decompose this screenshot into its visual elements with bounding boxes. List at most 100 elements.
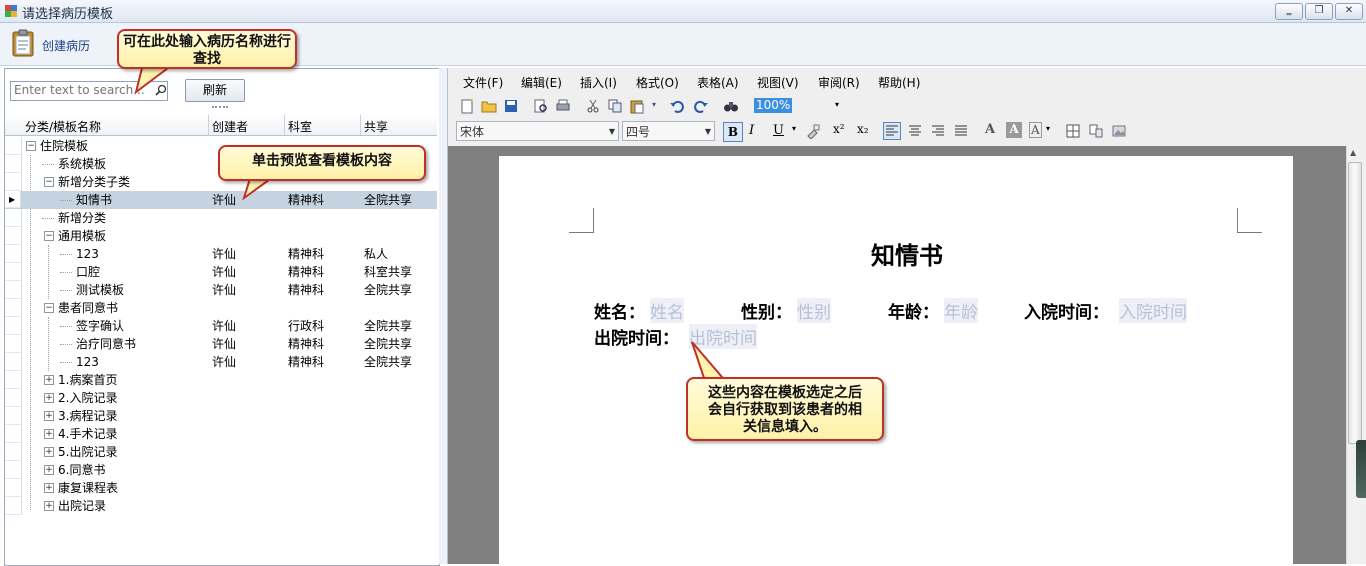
menu-review[interactable]: 审阅(R) xyxy=(818,74,860,91)
char-border-icon[interactable]: A xyxy=(1029,122,1042,138)
expand-icon[interactable]: + xyxy=(44,429,54,439)
table-row[interactable]: 治疗同意书 许仙 精神科 全院共享 xyxy=(5,335,437,353)
italic-icon[interactable]: I xyxy=(749,123,754,138)
create-record-button[interactable]: 创建病历 xyxy=(42,37,90,54)
expand-icon[interactable]: + xyxy=(44,483,54,493)
row-header[interactable] xyxy=(5,407,22,425)
column-header-share[interactable]: 共享 xyxy=(364,118,388,135)
font-color-icon[interactable]: A xyxy=(985,122,995,137)
print-preview-icon[interactable] xyxy=(533,98,549,114)
row-header[interactable] xyxy=(5,155,22,173)
maximize-button[interactable]: ❐ xyxy=(1305,3,1333,20)
subscript-icon[interactable]: x₂ xyxy=(857,122,869,136)
menu-file[interactable]: 文件(F) xyxy=(463,74,503,91)
underline-dropdown-icon[interactable]: ▾ xyxy=(792,124,796,133)
column-header-creator[interactable]: 创建者 xyxy=(212,118,248,135)
row-header[interactable] xyxy=(5,299,22,317)
font-size-combo[interactable]: 四号 ▼ xyxy=(622,121,715,141)
table-row[interactable]: − 通用模板 xyxy=(5,227,437,245)
expand-icon[interactable]: + xyxy=(44,393,54,403)
table-row[interactable]: +3.病程记录 xyxy=(5,407,437,425)
field-gender[interactable]: 性别 xyxy=(797,298,831,323)
row-header[interactable] xyxy=(5,461,22,479)
row-header[interactable]: ▶ xyxy=(5,191,21,208)
row-header[interactable] xyxy=(5,227,22,245)
justify-icon[interactable] xyxy=(953,123,969,139)
row-header[interactable] xyxy=(5,353,22,371)
copy-icon[interactable] xyxy=(607,98,623,114)
zoom-value[interactable]: 100% xyxy=(754,98,793,113)
column-header-dept[interactable]: 科室 xyxy=(288,118,312,135)
document-title[interactable]: 知情书 xyxy=(871,236,943,271)
document-page[interactable] xyxy=(499,156,1293,564)
paste-dropdown-icon[interactable]: ▾ xyxy=(652,100,656,109)
format-painter-icon[interactable] xyxy=(805,123,821,139)
field-name[interactable]: 姓名 xyxy=(650,298,684,323)
minimize-button[interactable]: ‗ xyxy=(1275,3,1303,20)
underline-icon[interactable]: U xyxy=(773,123,784,138)
table-row[interactable]: − 患者同意书 xyxy=(5,299,437,317)
row-header[interactable] xyxy=(5,209,22,227)
table-row[interactable]: +1.病案首页 xyxy=(5,371,437,389)
expand-icon[interactable]: + xyxy=(44,375,54,385)
align-center-icon[interactable] xyxy=(907,123,923,139)
undo-icon[interactable] xyxy=(669,98,685,114)
row-header[interactable] xyxy=(5,317,22,335)
open-folder-icon[interactable] xyxy=(481,98,497,114)
expand-icon[interactable]: + xyxy=(44,411,54,421)
menu-format[interactable]: 格式(O) xyxy=(636,74,679,91)
row-header[interactable] xyxy=(5,263,22,281)
row-header[interactable] xyxy=(5,335,22,353)
search-input[interactable] xyxy=(11,82,144,98)
new-document-icon[interactable] xyxy=(459,98,475,114)
scrollbar-thumb[interactable] xyxy=(1348,162,1362,444)
table-row[interactable]: 新增分类 xyxy=(5,209,437,227)
menu-edit[interactable]: 编辑(E) xyxy=(521,74,562,91)
row-header[interactable] xyxy=(5,137,22,155)
row-header[interactable] xyxy=(5,497,22,515)
expand-icon[interactable]: + xyxy=(44,465,54,475)
align-right-icon[interactable] xyxy=(930,123,946,139)
row-header[interactable] xyxy=(5,173,22,191)
highlight-icon[interactable]: A xyxy=(1006,122,1022,138)
table-row[interactable]: +4.手术记录 xyxy=(5,425,437,443)
table-row[interactable]: 签字确认 许仙 行政科 全院共享 xyxy=(5,317,437,335)
table-row[interactable]: + 康复课程表 xyxy=(5,479,437,497)
row-header[interactable] xyxy=(5,479,22,497)
find-icon[interactable] xyxy=(723,98,739,114)
table-row[interactable]: ▶ 知情书 许仙 精神科 全院共享 xyxy=(5,191,437,209)
panel-splitter[interactable] xyxy=(439,68,447,564)
collapse-icon[interactable]: − xyxy=(44,177,54,187)
collapse-icon[interactable]: − xyxy=(44,303,54,313)
column-header-name[interactable]: 分类/模板名称 xyxy=(25,118,101,135)
insert-object-icon[interactable] xyxy=(1088,123,1104,139)
close-button[interactable]: ✕ xyxy=(1335,3,1363,20)
row-header[interactable] xyxy=(5,425,22,443)
menu-table[interactable]: 表格(A) xyxy=(697,74,739,91)
table-row[interactable]: + 出院记录 xyxy=(5,497,437,515)
clipboard-icon[interactable] xyxy=(12,29,34,57)
row-header[interactable] xyxy=(5,371,22,389)
table-row[interactable]: 123 许仙 精神科 私人 xyxy=(5,245,437,263)
field-admit-time[interactable]: 入院时间 xyxy=(1119,298,1187,323)
expand-icon[interactable]: + xyxy=(44,447,54,457)
char-border-dropdown-icon[interactable]: ▾ xyxy=(1046,124,1050,133)
table-row[interactable]: 123 许仙 精神科 全院共享 xyxy=(5,353,437,371)
table-row[interactable]: +2.入院记录 xyxy=(5,389,437,407)
zoom-combo[interactable]: 100% xyxy=(753,97,843,115)
table-icon[interactable] xyxy=(1065,123,1081,139)
scroll-up-icon[interactable]: ▲ xyxy=(1350,148,1356,157)
insert-image-icon[interactable] xyxy=(1111,123,1127,139)
table-row[interactable]: 口腔 许仙 精神科 科室共享 xyxy=(5,263,437,281)
menu-view[interactable]: 视图(V) xyxy=(757,74,799,91)
table-row[interactable]: 测试模板 许仙 精神科 全院共享 xyxy=(5,281,437,299)
table-row[interactable]: +5.出院记录 xyxy=(5,443,437,461)
font-name-combo[interactable]: 宋体 ▼ xyxy=(456,121,619,141)
side-widget[interactable] xyxy=(1356,440,1366,498)
collapse-icon[interactable]: − xyxy=(44,231,54,241)
table-row[interactable]: +6.同意书 xyxy=(5,461,437,479)
redo-icon[interactable] xyxy=(693,98,709,114)
collapse-icon[interactable]: − xyxy=(26,141,36,151)
paste-icon[interactable] xyxy=(629,98,645,114)
row-header[interactable] xyxy=(5,281,22,299)
